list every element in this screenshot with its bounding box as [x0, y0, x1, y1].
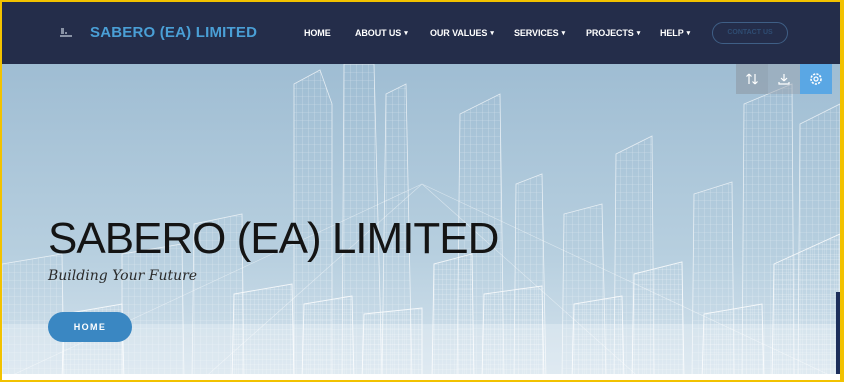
- gear-icon: [810, 73, 822, 85]
- brand-logo-icon: [60, 28, 72, 37]
- settings-button[interactable]: [800, 64, 832, 94]
- chevron-down-icon: ▾: [561, 30, 566, 37]
- hero-title: SABERO (EA) LIMITED: [48, 214, 499, 263]
- hero-section: SABERO (EA) LIMITED Building Your Future…: [2, 64, 840, 380]
- nav-item-our-values[interactable]: OUR VALUES ▾: [430, 28, 494, 38]
- chevron-down-icon: ▾: [404, 30, 408, 37]
- nav-item-label: SERVICES: [514, 28, 559, 38]
- nav-item-label: PROJECTS: [586, 28, 634, 38]
- contact-us-button[interactable]: CONTACT US: [712, 22, 788, 44]
- nav-item-home[interactable]: HOME: [304, 28, 331, 38]
- chevron-down-icon: ▾: [686, 30, 691, 37]
- brand-name[interactable]: SABERO (EA) LIMITED: [90, 24, 257, 41]
- edge-strip: [836, 292, 840, 374]
- nav-item-label: HELP: [660, 28, 684, 38]
- nav-item-about-us[interactable]: ABOUT US ▾: [355, 28, 408, 38]
- sort-button[interactable]: [736, 64, 768, 94]
- nav-item-label: OUR VALUES: [430, 28, 488, 38]
- chevron-down-icon: ▾: [490, 30, 494, 37]
- top-navbar: SABERO (EA) LIMITED HOME ABOUT US ▾ OUR V…: [2, 2, 840, 64]
- nav-item-services[interactable]: SERVICES ▾: [514, 28, 565, 38]
- nav-item-label: HOME: [304, 28, 331, 38]
- nav-item-projects[interactable]: PROJECTS ▾: [586, 28, 640, 38]
- download-icon: [778, 74, 790, 85]
- download-button[interactable]: [768, 64, 800, 94]
- hero-subtitle: Building Your Future: [48, 268, 198, 284]
- chevron-down-icon: ▾: [636, 30, 641, 37]
- page-bottom-strip: [2, 374, 840, 380]
- nav-item-help[interactable]: HELP ▾: [660, 28, 690, 38]
- hero-home-button[interactable]: HOME: [48, 312, 132, 342]
- browser-viewport: SABERO (EA) LIMITED Building Your Future…: [2, 2, 840, 380]
- sort-arrows-icon: [746, 73, 758, 85]
- nav-item-label: ABOUT US: [355, 28, 402, 38]
